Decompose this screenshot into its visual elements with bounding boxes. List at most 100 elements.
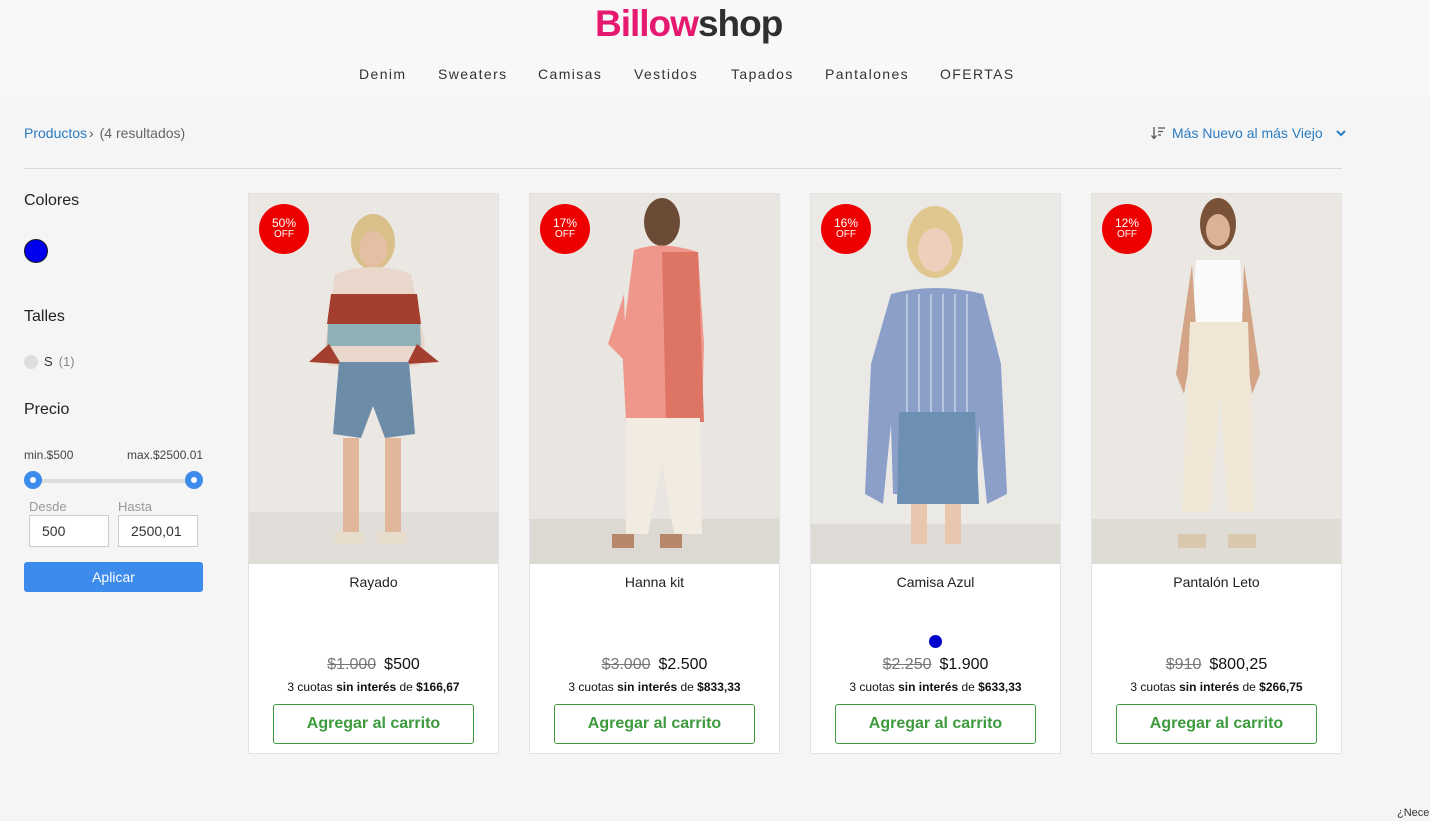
- results-count: (4 resultados): [99, 125, 186, 141]
- discount-percent: 16%: [833, 216, 859, 230]
- installments-bold: sin interés: [898, 680, 959, 694]
- product-image[interactable]: 17% OFF: [530, 194, 779, 564]
- nav-item-denim[interactable]: Denim: [359, 66, 406, 82]
- product-card[interactable]: 16% OFF Camisa Azul $2.250 $1.900 3 cuota…: [810, 193, 1061, 754]
- add-to-cart-button[interactable]: Agregar al carrito: [835, 704, 1036, 744]
- discount-badge: 50% OFF: [259, 204, 309, 254]
- discount-percent: 50%: [271, 216, 297, 230]
- size-label: S: [44, 354, 53, 369]
- color-dot-blue[interactable]: [929, 635, 942, 648]
- installments-text: 3 cuotas sin interés de $266,75: [1092, 680, 1341, 694]
- nav-item-vestidos[interactable]: Vestidos: [634, 66, 698, 82]
- to-label: Hasta: [118, 499, 152, 514]
- add-to-cart-button[interactable]: Agregar al carrito: [1116, 704, 1317, 744]
- breadcrumb-separator: ›: [89, 125, 94, 141]
- current-price: $500: [384, 656, 420, 673]
- main-nav: Denim Sweaters Camisas Vestidos Tapados …: [0, 66, 1430, 86]
- price-to-input[interactable]: [118, 515, 198, 547]
- sort-label: Más Nuevo al más Viejo: [1172, 125, 1323, 141]
- installments-pre: 3 cuotas: [849, 680, 899, 694]
- current-price: $2.500: [658, 656, 708, 673]
- nav-item-camisas[interactable]: Camisas: [538, 66, 602, 82]
- installments-text: 3 cuotas sin interés de $633,33: [811, 680, 1060, 694]
- color-swatch-blue[interactable]: [24, 239, 48, 263]
- size-option-s[interactable]: S (1): [24, 354, 75, 369]
- price-slider-track[interactable]: [33, 479, 195, 483]
- breadcrumb: Productos › (4 resultados): [24, 125, 185, 141]
- header-divider: [24, 168, 1342, 169]
- discount-off: OFF: [1117, 229, 1137, 240]
- product-image[interactable]: 12% OFF: [1092, 194, 1341, 564]
- sizes-title: Talles: [24, 308, 65, 325]
- installments-bold: sin interés: [1179, 680, 1240, 694]
- installments-amount: $833,33: [697, 680, 741, 694]
- installments-mid: de: [677, 680, 698, 694]
- installments-pre: 3 cuotas: [1130, 680, 1180, 694]
- old-price: $910: [1165, 656, 1202, 673]
- installments-bold: sin interés: [617, 680, 678, 694]
- product-image[interactable]: 16% OFF: [811, 194, 1060, 564]
- installments-text: 3 cuotas sin interés de $833,33: [530, 680, 779, 694]
- product-image[interactable]: 50% OFF: [249, 194, 498, 564]
- product-card[interactable]: 12% OFF Pantalón Leto $910 $800,25 3 cuot…: [1091, 193, 1342, 754]
- installments-bold: sin interés: [336, 680, 397, 694]
- price-from-input[interactable]: [29, 515, 109, 547]
- product-name[interactable]: Camisa Azul: [811, 574, 1060, 590]
- price-title: Precio: [24, 401, 70, 418]
- nav-item-pantalones[interactable]: Pantalones: [825, 66, 909, 82]
- discount-percent: 17%: [552, 216, 578, 230]
- current-price: $1.900: [939, 656, 989, 673]
- brand-logo[interactable]: Billowshop: [595, 3, 783, 44]
- size-count: (1): [58, 354, 75, 369]
- discount-badge: 16% OFF: [821, 204, 871, 254]
- from-label: Desde: [29, 499, 67, 514]
- old-price: $3.000: [601, 656, 651, 673]
- old-price: $1.000: [327, 656, 377, 673]
- discount-percent: 12%: [1114, 216, 1140, 230]
- discount-off: OFF: [274, 229, 294, 240]
- price-max-label: max.$2500.01: [127, 448, 204, 462]
- add-to-cart-button[interactable]: Agregar al carrito: [554, 704, 755, 744]
- installments-mid: de: [396, 680, 417, 694]
- discount-badge: 17% OFF: [540, 204, 590, 254]
- nav-item-sweaters[interactable]: Sweaters: [438, 66, 508, 82]
- price-row: $3.000 $2.500: [530, 656, 779, 674]
- current-price: $800,25: [1209, 656, 1268, 673]
- apply-filter-button[interactable]: Aplicar: [24, 562, 203, 592]
- help-chat-link[interactable]: ¿Nece: [1397, 807, 1429, 819]
- brand-logo-part2: shop: [697, 3, 783, 44]
- breadcrumb-link-productos[interactable]: Productos: [24, 125, 87, 141]
- price-min-label: min.$500: [24, 448, 74, 462]
- installments-mid: de: [1239, 680, 1260, 694]
- nav-item-ofertas[interactable]: OFERTAS: [940, 66, 1015, 82]
- size-radio[interactable]: [24, 354, 38, 369]
- discount-badge: 12% OFF: [1102, 204, 1152, 254]
- product-name[interactable]: Rayado: [249, 574, 498, 590]
- product-name[interactable]: Pantalón Leto: [1092, 574, 1341, 590]
- price-row: $910 $800,25: [1092, 656, 1341, 674]
- sort-icon: [1151, 127, 1165, 140]
- product-card[interactable]: 50% OFF Rayado $1.000 $500 3 cuotas sin i…: [248, 193, 499, 754]
- installments-pre: 3 cuotas: [287, 680, 337, 694]
- discount-off: OFF: [836, 229, 856, 240]
- chevron-down-icon: [1335, 130, 1346, 137]
- product-card[interactable]: 17% OFF Hanna kit $3.000 $2.500 3 cuotas …: [529, 193, 780, 754]
- price-row: $2.250 $1.900: [811, 656, 1060, 674]
- installments-amount: $166,67: [416, 680, 460, 694]
- add-to-cart-button[interactable]: Agregar al carrito: [273, 704, 474, 744]
- sort-dropdown[interactable]: Más Nuevo al más Viejo: [1151, 125, 1347, 141]
- installments-mid: de: [958, 680, 979, 694]
- installments-amount: $633,33: [978, 680, 1022, 694]
- price-row: $1.000 $500: [249, 656, 498, 674]
- old-price: $2.250: [882, 656, 932, 673]
- installments-pre: 3 cuotas: [568, 680, 618, 694]
- price-slider-max-handle[interactable]: [185, 471, 203, 489]
- price-slider-min-handle[interactable]: [24, 471, 42, 489]
- installments-amount: $266,75: [1259, 680, 1303, 694]
- colors-title: Colores: [24, 192, 80, 209]
- brand-logo-part1: Billow: [595, 3, 699, 44]
- nav-item-tapados[interactable]: Tapados: [731, 66, 794, 82]
- product-name[interactable]: Hanna kit: [530, 574, 779, 590]
- installments-text: 3 cuotas sin interés de $166,67: [249, 680, 498, 694]
- discount-off: OFF: [555, 229, 575, 240]
